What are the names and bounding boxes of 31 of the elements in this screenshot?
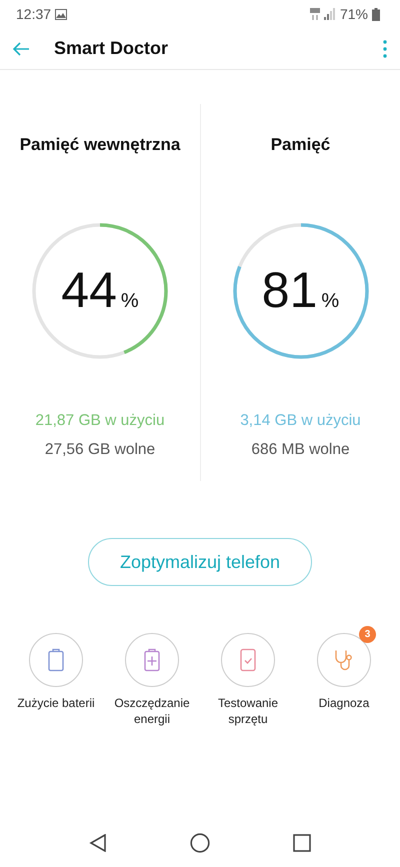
- percent-unit: %: [120, 289, 139, 314]
- tool-label: Oszczędzanie energii: [113, 695, 191, 727]
- recents-button[interactable]: [292, 834, 311, 852]
- tool-label: Testowanie sprzętu: [216, 695, 280, 727]
- image-icon: [55, 8, 68, 20]
- signal-icon: [324, 8, 336, 20]
- status-time: 12:37: [16, 4, 52, 24]
- tool-button[interactable]: [29, 633, 83, 687]
- lte-icon: [310, 8, 320, 20]
- gauge-title: Pamięć: [270, 134, 330, 156]
- battery-icon: [372, 8, 380, 20]
- battery-percent: 71%: [340, 4, 368, 24]
- optimize-button[interactable]: Zoptymalizuj telefon: [88, 538, 312, 586]
- more-menu-button[interactable]: [382, 38, 388, 58]
- tool-label: Diagnoza: [318, 695, 370, 711]
- back-button[interactable]: [12, 42, 30, 56]
- used-storage: 3,14 GB w użyciu: [240, 410, 361, 430]
- percent-value: 81: [262, 261, 318, 320]
- tool-button[interactable]: [221, 633, 275, 687]
- notification-count: 3: [359, 626, 376, 643]
- used-storage: 21,87 GB w użyciu: [35, 410, 165, 430]
- free-storage: 27,56 GB wolne: [44, 440, 156, 460]
- back-nav-button[interactable]: [89, 834, 108, 852]
- home-button[interactable]: [190, 833, 210, 853]
- app-title: Smart Doctor: [54, 37, 168, 60]
- percent-unit: %: [321, 289, 340, 314]
- free-storage: 686 MB wolne: [251, 440, 350, 460]
- percent-value: 44: [61, 261, 117, 320]
- tool-button[interactable]: [125, 633, 179, 687]
- tool-label: Zużycie baterii: [16, 695, 96, 711]
- gauge-title: Pamięć wewnętrzna: [20, 134, 180, 156]
